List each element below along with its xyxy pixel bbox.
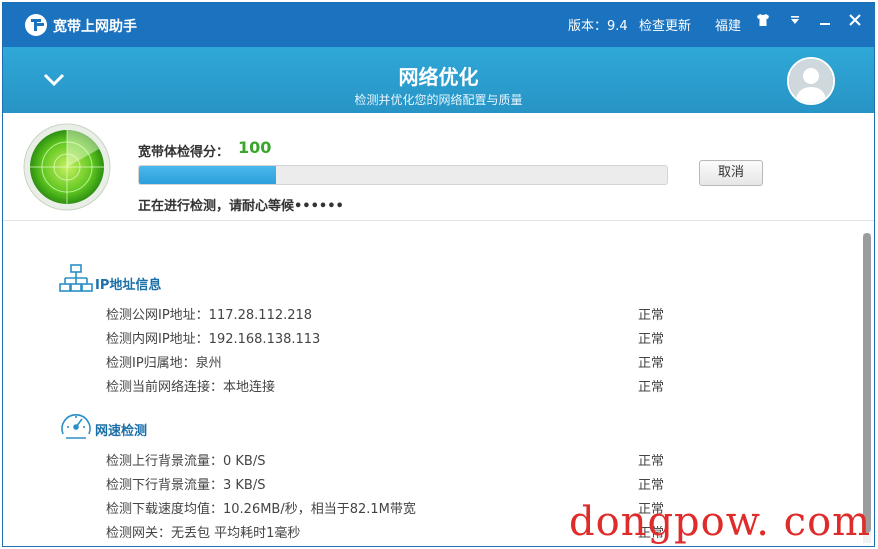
score-value: 100: [238, 138, 272, 157]
item-text: 检测内网IP地址：192.168.138.113: [106, 332, 321, 347]
item-text: 检测下行背景流量：3 KB/S: [106, 478, 266, 493]
list-item: 检测公网IP地址：117.28.112.218 正常: [106, 302, 666, 324]
status-text: 正在进行检测，请耐心等候••••••: [138, 199, 344, 214]
page-title: 网络优化: [398, 65, 479, 89]
network-icon: [59, 262, 93, 296]
item-text: 检测网关：无丢包 平均耗时1毫秒: [106, 526, 301, 541]
item-text: 检测当前网络连接：本地连接: [106, 380, 276, 395]
minimize-icon[interactable]: [815, 13, 835, 33]
scrollbar[interactable]: [863, 233, 871, 543]
progress-fill: [139, 166, 277, 184]
check-update-link[interactable]: 检查更新: [639, 15, 691, 34]
item-status: 正常: [638, 454, 665, 469]
app-window: 宽带上网助手 版本：9.4 检查更新 福建 网络优化 检测并优化您的网络配置与质…: [2, 2, 875, 547]
item-text: 检测下载速度均值：10.26MB/秒，相当于82.1M带宽: [106, 502, 416, 517]
list-item: 检测IP归属地：泉州 正常: [106, 350, 666, 372]
item-status: 正常: [638, 332, 665, 347]
cancel-button[interactable]: 取消: [699, 160, 763, 186]
speedometer-icon: [59, 408, 93, 442]
app-logo-icon: [25, 14, 47, 36]
score-panel: 宽带体检得分： 100 正在进行检测，请耐心等候•••••• 取消: [3, 113, 874, 221]
list-item: 检测内网IP地址：192.168.138.113 正常: [106, 326, 666, 348]
avatar[interactable]: [787, 57, 835, 105]
item-text: 检测IP归属地：泉州: [106, 356, 222, 371]
item-text: 检测公网IP地址：117.28.112.218: [106, 308, 313, 323]
item-status: 正常: [638, 356, 665, 371]
progress-bar: [138, 165, 668, 185]
menu-dropdown-icon[interactable]: [785, 13, 805, 33]
radar-scan-icon: [23, 123, 111, 211]
list-item: 检测当前网络连接：本地连接 正常: [106, 374, 666, 396]
page-subtitle: 检测并优化您的网络配置与质量: [354, 93, 523, 107]
page-banner: 网络优化 检测并优化您的网络配置与质量: [3, 47, 874, 113]
section-title: IP地址信息: [95, 278, 162, 293]
app-title: 宽带上网助手: [53, 19, 137, 35]
item-status: 正常: [638, 380, 665, 395]
item-status: 正常: [638, 308, 665, 323]
close-icon[interactable]: [845, 13, 865, 33]
item-status: 正常: [638, 478, 665, 493]
version-label: 版本：9.4: [568, 19, 628, 34]
score-label: 宽带体检得分：: [138, 145, 230, 160]
item-text: 检测上行背景流量：0 KB/S: [106, 454, 266, 469]
shirt-icon[interactable]: [753, 13, 773, 34]
title-bar: 宽带上网助手 版本：9.4 检查更新 福建: [3, 3, 874, 47]
section-title: 网速检测: [95, 424, 148, 439]
list-item: 检测上行背景流量：0 KB/S 正常: [106, 448, 666, 470]
region-selector[interactable]: 福建: [715, 15, 741, 34]
list-item: 检测下行背景流量：3 KB/S 正常: [106, 472, 666, 494]
watermark: dongpow. com: [569, 499, 872, 545]
scrollbar-thumb[interactable]: [863, 233, 871, 533]
